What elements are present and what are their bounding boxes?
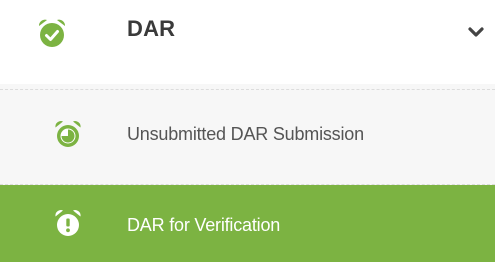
submenu-item-label: Unsubmitted DAR Submission: [127, 124, 364, 144]
alarm-clock-alert-icon: [55, 210, 81, 236]
sidebar-menu: DAR Unsubmitted DAR Submission DAR for V…: [0, 0, 495, 262]
submenu-item-label: DAR for Verification: [127, 215, 281, 235]
alarm-clock-check-icon: [38, 19, 66, 47]
menu-group-dar-submenu: Unsubmitted DAR Submission DAR for Verif…: [0, 84, 495, 262]
chevron-down-icon[interactable]: [468, 27, 484, 39]
menu-group-label: DAR: [127, 16, 176, 41]
submenu-item-unsubmitted-dar-submission[interactable]: Unsubmitted DAR Submission: [0, 89, 495, 185]
menu-group-dar[interactable]: DAR: [0, 0, 495, 84]
alarm-clock-icon: [55, 121, 81, 147]
submenu-item-dar-for-verification[interactable]: DAR for Verification: [0, 185, 495, 262]
